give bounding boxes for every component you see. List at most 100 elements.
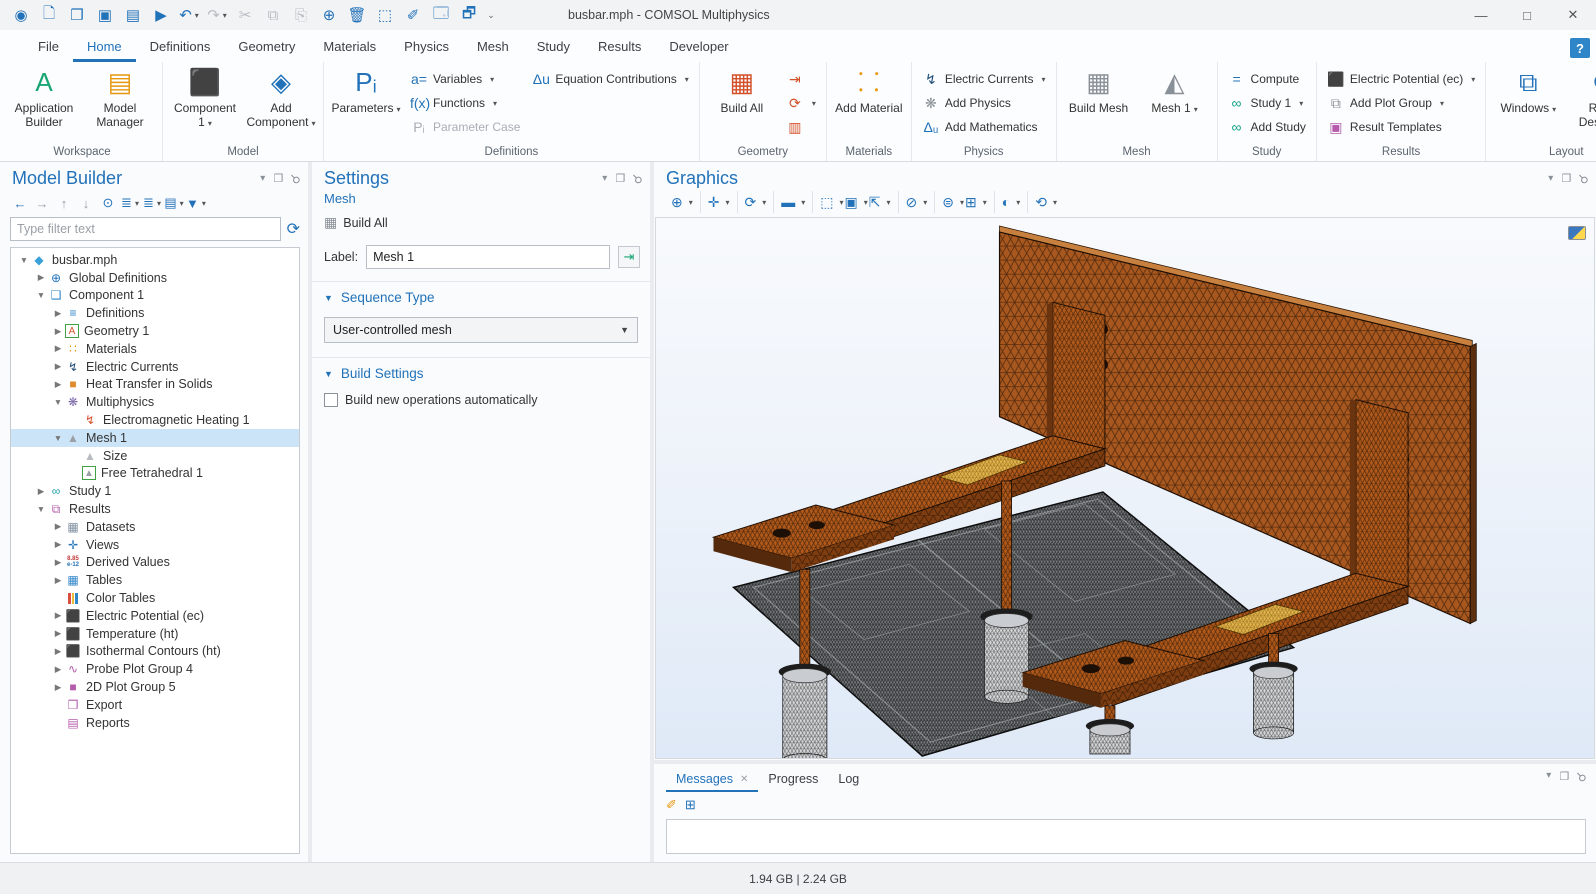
expander-icon[interactable]: ▼ [51, 397, 65, 407]
ribbon-add-plot-group-button[interactable]: ⧉Add Plot Group▾ [1323, 91, 1479, 115]
expander-icon[interactable]: ▶ [34, 486, 48, 497]
undo-icon[interactable]: ↶▾ [176, 3, 202, 27]
ribbon-reset-desktop-button[interactable]: ⟳Reset Desktop▾ [1568, 64, 1596, 131]
box-select-icon[interactable]: ⬚ [372, 3, 398, 27]
build-all-button[interactable]: ▦ Build All [312, 206, 650, 235]
expander-icon[interactable]: ▼ [17, 255, 31, 265]
ribbon-tab-results[interactable]: Results [584, 33, 655, 62]
pin-panel-icon[interactable]: ⚲ [1576, 170, 1592, 186]
tree-item-heat-transfer-in-solids[interactable]: ▶■Heat Transfer in Solids [11, 376, 299, 394]
ribbon-parameters-button[interactable]: PᵢParameters▾ [330, 64, 402, 117]
tree-item-multiphysics[interactable]: ▼❋Multiphysics [11, 393, 299, 411]
expand-all-icon[interactable]: ≣▾ [142, 193, 162, 213]
tree-item-busbar-mph[interactable]: ▼◆busbar.mph [11, 251, 299, 269]
tree-item-reports[interactable]: ▤Reports [11, 714, 299, 732]
ribbon-tab-study[interactable]: Study [523, 33, 584, 62]
ribbon-add-component-button[interactable]: ◈Add Component▾ [245, 64, 317, 131]
maximize-button[interactable]: □ [1504, 0, 1550, 30]
build-new-operations-checkbox[interactable] [324, 393, 338, 407]
ribbon-equation-contributions-button[interactable]: ΔuEquation Contributions▾ [528, 67, 692, 91]
clear-messages-icon[interactable]: ✐ [666, 797, 677, 813]
graphics-canvas[interactable] [655, 217, 1595, 759]
expander-icon[interactable]: ▶ [51, 361, 65, 372]
tree-item-size[interactable]: ▲Size [11, 447, 299, 465]
scene-light-icon[interactable]: ◐▾ [1002, 191, 1020, 213]
tree-item-component-1[interactable]: ▼❑Component 1 [11, 287, 299, 305]
expander-icon[interactable]: ▶ [51, 664, 65, 675]
expander-icon[interactable]: ▶ [51, 575, 65, 586]
expander-icon[interactable]: ▼ [51, 433, 65, 443]
expander-icon[interactable]: ▶ [51, 343, 65, 354]
tree-item-electromagnetic-heating-1[interactable]: ↯Electromagnetic Heating 1 [11, 411, 299, 429]
rename-icon[interactable]: ⇥ [618, 246, 640, 268]
tree-item-views[interactable]: ▶✛Views [11, 536, 299, 554]
expander-icon[interactable]: ▶ [51, 682, 65, 693]
run-icon[interactable]: ▶ [148, 3, 174, 27]
app-logo-icon[interactable]: ◉ [8, 3, 34, 27]
pin-panel-icon[interactable]: ⚲ [288, 170, 304, 186]
ribbon-model-manager-button[interactable]: ▤Model Manager [84, 64, 156, 129]
wireframe-rendering-icon[interactable]: ⊜▾ [942, 191, 964, 213]
paste-icon[interactable]: ⎘ [288, 3, 314, 27]
filter-icon[interactable]: ▼▾ [186, 193, 206, 213]
ribbon-insert-sequence-button[interactable]: ⇥ [782, 67, 820, 91]
open-in-table-icon[interactable]: ⊞ [685, 797, 696, 813]
close-tab-icon[interactable]: ✕ [740, 774, 748, 785]
rotate-icon[interactable]: ⟳▾ [745, 191, 767, 213]
forward-icon[interactable]: → [32, 193, 52, 213]
minimize-button[interactable]: — [1458, 0, 1504, 30]
hide-icon[interactable]: ⊘▾ [906, 191, 928, 213]
refresh-icon[interactable]: ⟳ [287, 219, 300, 239]
redo-icon[interactable]: ↷▾ [204, 3, 230, 27]
expander-icon[interactable]: ▶ [51, 646, 65, 657]
sequence-type-header[interactable]: ▼ Sequence Type [324, 290, 638, 305]
view-icon[interactable]: ▬▾ [781, 191, 805, 213]
delete-icon[interactable]: 🗑 [344, 3, 370, 27]
preview-selected-icon[interactable]: 🗔 [428, 3, 454, 27]
save-as-icon[interactable]: ▤ [120, 3, 146, 27]
dock-tab-progress[interactable]: Progress [758, 768, 828, 792]
tree-item-geometry-1[interactable]: ▶AGeometry 1 [11, 322, 299, 340]
zoom-selected-icon[interactable]: ▣▾ [845, 191, 868, 213]
clear-selection-icon[interactable]: ✐ [400, 3, 426, 27]
expander-icon[interactable]: ▶ [51, 539, 65, 550]
expander-icon[interactable]: ▶ [51, 521, 65, 532]
panel-menu-icon[interactable]: ▾ [260, 173, 265, 184]
ribbon-component-cube-button[interactable]: ⬛Component 1▾ [169, 64, 241, 131]
ribbon-windows-button[interactable]: ⧉Windows▾ [1492, 64, 1564, 117]
show-icon[interactable]: ⊙ [98, 193, 118, 213]
ribbon-tab-home[interactable]: Home [73, 33, 136, 62]
ribbon-electric-currents-button[interactable]: ↯Electric Currents▾ [918, 67, 1050, 91]
tree-item-temperature-ht-[interactable]: ▶⬛Temperature (ht) [11, 625, 299, 643]
collapse-all-icon[interactable]: ≣▾ [120, 193, 140, 213]
float-panel-icon[interactable]: ❐ [615, 172, 625, 185]
expander-icon[interactable]: ▶ [51, 610, 65, 621]
ribbon-study-button[interactable]: ∞Study 1▾ [1224, 91, 1310, 115]
ribbon-rebuild-button[interactable]: ⟳▾ [782, 91, 820, 115]
ribbon-variables-button[interactable]: a=Variables▾ [406, 67, 524, 91]
ribbon-mesh-node-button[interactable]: ◭Mesh 1▾ [1139, 64, 1211, 117]
update-icon[interactable]: ⟲▾ [1035, 191, 1057, 213]
tree-item-isothermal-contours-ht-[interactable]: ▶⬛Isothermal Contours (ht) [11, 643, 299, 661]
sequence-type-select[interactable]: User-controlled mesh ▼ [324, 317, 638, 343]
ribbon-tab-mesh[interactable]: Mesh [463, 33, 523, 62]
ribbon-add-study-button[interactable]: ∞Add Study [1224, 115, 1310, 139]
expander-icon[interactable]: ▶ [51, 557, 65, 568]
ribbon-build-all-geometry-button[interactable]: ▦Build All [706, 64, 778, 115]
pin-panel-icon[interactable]: ⚲ [1574, 769, 1590, 785]
build-settings-header[interactable]: ▼ Build Settings [324, 366, 638, 381]
back-icon[interactable]: ← [10, 193, 30, 213]
ribbon-tab-definitions[interactable]: Definitions [136, 33, 225, 62]
tree-item-free-tetrahedral-1[interactable]: ▲Free Tetrahedral 1 [11, 465, 299, 483]
expander-icon[interactable]: ▼ [34, 504, 48, 514]
customize-toolbar-icon[interactable]: ⌄ [484, 3, 498, 27]
grid-icon[interactable]: ⊞▾ [965, 191, 987, 213]
tree-item-datasets[interactable]: ▶▦Datasets [11, 518, 299, 536]
tree-item-export[interactable]: ❒Export [11, 696, 299, 714]
tree-item-tables[interactable]: ▶▦Tables [11, 571, 299, 589]
mesh-label-input[interactable] [366, 245, 610, 269]
go-to-view-icon[interactable]: ✛▾ [708, 191, 730, 213]
expander-icon[interactable]: ▶ [51, 326, 65, 337]
panel-menu-icon[interactable]: ▾ [1546, 770, 1551, 784]
tree-item-derived-values[interactable]: ▶8.85e-12Derived Values [11, 554, 299, 572]
